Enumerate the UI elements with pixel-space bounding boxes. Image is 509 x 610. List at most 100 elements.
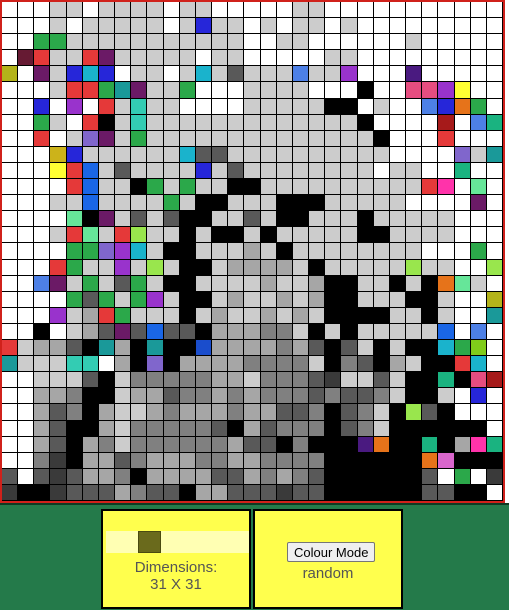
grid-cell[interactable] (147, 388, 164, 405)
grid-cell[interactable] (98, 34, 116, 51)
grid-cell[interactable] (341, 195, 358, 212)
grid-cell[interactable] (115, 114, 132, 131)
grid-cell[interactable] (422, 484, 439, 501)
grid-cell[interactable] (309, 388, 326, 405)
colour-mode-button[interactable]: Colour Mode (287, 542, 376, 562)
grid-cell[interactable] (422, 356, 439, 373)
grid-cell[interactable] (228, 436, 245, 453)
grid-cell[interactable] (341, 388, 358, 405)
grid-cell[interactable] (309, 372, 326, 389)
grid-cell[interactable] (66, 98, 83, 115)
grid-cell[interactable] (244, 243, 261, 260)
grid-cell[interactable] (163, 243, 180, 260)
grid-cell[interactable] (228, 468, 245, 485)
grid-cell[interactable] (470, 340, 487, 357)
grid-cell[interactable] (292, 114, 310, 131)
grid-cell[interactable] (50, 436, 67, 453)
grid-cell[interactable] (438, 356, 455, 373)
grid-cell[interactable] (406, 66, 423, 83)
grid-cell[interactable] (309, 18, 326, 35)
grid-cell[interactable] (50, 323, 67, 341)
grid-cell[interactable] (276, 468, 293, 485)
grid-cell[interactable] (292, 468, 310, 485)
grid-cell[interactable] (406, 34, 423, 51)
grid-cell[interactable] (389, 2, 407, 19)
grid-cell[interactable] (2, 130, 19, 147)
grid-cell[interactable] (260, 130, 277, 147)
grid-cell[interactable] (486, 307, 503, 324)
grid-cell[interactable] (292, 146, 310, 163)
grid-cell[interactable] (325, 404, 342, 421)
grid-cell[interactable] (373, 372, 390, 389)
grid-cell[interactable] (50, 211, 67, 228)
grid-cell[interactable] (179, 98, 196, 115)
grid-cell[interactable] (292, 259, 310, 276)
grid-cell[interactable] (276, 420, 293, 437)
grid-cell[interactable] (18, 291, 35, 308)
grid-cell[interactable] (276, 179, 293, 196)
grid-cell[interactable] (34, 114, 51, 131)
grid-cell[interactable] (34, 452, 51, 469)
grid-cell[interactable] (406, 259, 423, 276)
grid-cell[interactable] (486, 2, 503, 19)
grid-cell[interactable] (131, 436, 148, 453)
grid-cell[interactable] (341, 227, 358, 244)
grid-cell[interactable] (147, 227, 164, 244)
grid-cell[interactable] (147, 468, 164, 485)
grid-cell[interactable] (244, 114, 261, 131)
grid-cell[interactable] (454, 146, 471, 163)
grid-cell[interactable] (179, 484, 196, 501)
grid-cell[interactable] (34, 372, 51, 389)
grid-cell[interactable] (438, 259, 455, 276)
grid-cell[interactable] (389, 484, 407, 501)
grid-cell[interactable] (34, 211, 51, 228)
grid-cell[interactable] (2, 372, 19, 389)
grid-cell[interactable] (389, 211, 407, 228)
grid-cell[interactable] (131, 211, 148, 228)
grid-cell[interactable] (357, 227, 374, 244)
grid-cell[interactable] (389, 34, 407, 51)
grid-cell[interactable] (147, 340, 164, 357)
grid-cell[interactable] (98, 307, 116, 324)
grid-cell[interactable] (357, 468, 374, 485)
grid-cell[interactable] (98, 340, 116, 357)
grid-cell[interactable] (470, 356, 487, 373)
grid-cell[interactable] (147, 243, 164, 260)
grid-cell[interactable] (389, 404, 407, 421)
grid-cell[interactable] (292, 179, 310, 196)
grid-cell[interactable] (179, 404, 196, 421)
grid-cell[interactable] (131, 50, 148, 67)
grid-cell[interactable] (115, 98, 132, 115)
grid-cell[interactable] (66, 275, 83, 292)
grid-cell[interactable] (115, 436, 132, 453)
grid-cell[interactable] (309, 2, 326, 19)
grid-cell[interactable] (454, 18, 471, 35)
grid-cell[interactable] (470, 2, 487, 19)
grid-cell[interactable] (486, 195, 503, 212)
grid-cell[interactable] (66, 50, 83, 67)
grid-cell[interactable] (325, 227, 342, 244)
grid-cell[interactable] (66, 146, 83, 163)
grid-cell[interactable] (163, 356, 180, 373)
grid-cell[interactable] (373, 259, 390, 276)
grid-cell[interactable] (115, 82, 132, 99)
grid-cell[interactable] (422, 211, 439, 228)
grid-cell[interactable] (195, 372, 213, 389)
grid-cell[interactable] (470, 323, 487, 341)
grid-cell[interactable] (18, 227, 35, 244)
grid-cell[interactable] (389, 291, 407, 308)
grid-cell[interactable] (147, 2, 164, 19)
grid-cell[interactable] (2, 452, 19, 469)
grid-cell[interactable] (115, 146, 132, 163)
grid-cell[interactable] (292, 66, 310, 83)
grid-cell[interactable] (131, 323, 148, 341)
grid-cell[interactable] (115, 388, 132, 405)
grid-cell[interactable] (212, 356, 229, 373)
grid-cell[interactable] (66, 356, 83, 373)
grid-cell[interactable] (438, 436, 455, 453)
grid-cell[interactable] (292, 243, 310, 260)
grid-cell[interactable] (373, 388, 390, 405)
grid-cell[interactable] (228, 50, 245, 67)
grid-cell[interactable] (195, 227, 213, 244)
grid-cell[interactable] (147, 275, 164, 292)
